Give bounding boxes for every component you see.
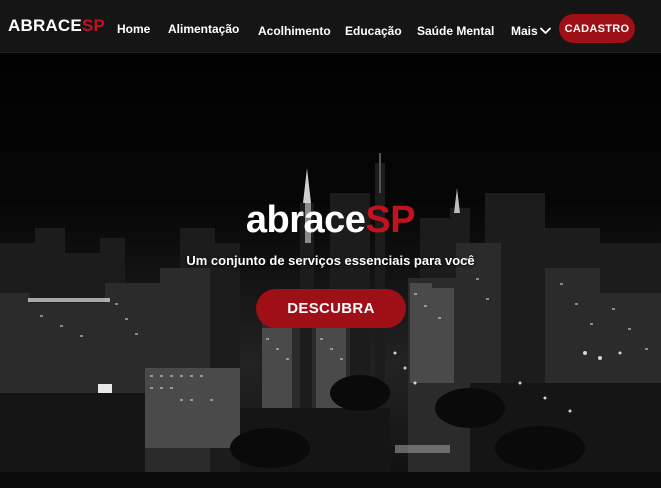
nav-item-mais[interactable]: Mais bbox=[511, 24, 551, 38]
nav-item-acolhimento[interactable]: Acolhimento bbox=[258, 24, 331, 38]
nav-item-educacao[interactable]: Educação bbox=[345, 24, 402, 38]
logo-text-sp: SP bbox=[81, 16, 106, 35]
nav-item-alimentacao[interactable]: Alimentação bbox=[168, 22, 239, 36]
chevron-down-icon bbox=[539, 27, 551, 34]
descubra-button[interactable]: DESCUBRA bbox=[256, 289, 406, 328]
nav-more-label: Mais bbox=[511, 24, 538, 38]
nav-item-home[interactable]: Home bbox=[117, 22, 150, 36]
hero-title-sp: SP bbox=[365, 199, 416, 241]
logo-text-abrace: ABRACE bbox=[8, 16, 82, 35]
hero-subtitle: Um conjunto de serviços essenciais para … bbox=[186, 253, 475, 268]
logo[interactable]: ABRACESP bbox=[8, 16, 105, 36]
page-bottom-strip bbox=[0, 472, 661, 488]
navbar: ABRACESP Home Alimentação Acolhimento Ed… bbox=[0, 0, 661, 53]
nav-item-saude-mental[interactable]: Saúde Mental bbox=[417, 24, 494, 38]
cadastro-button[interactable]: CADASTRO bbox=[559, 14, 635, 43]
hero-section: abraceSP Um conjunto de serviços essenci… bbox=[0, 53, 661, 472]
hero-title: abraceSP bbox=[0, 199, 661, 242]
hero-title-abrace: abrace bbox=[245, 199, 366, 241]
